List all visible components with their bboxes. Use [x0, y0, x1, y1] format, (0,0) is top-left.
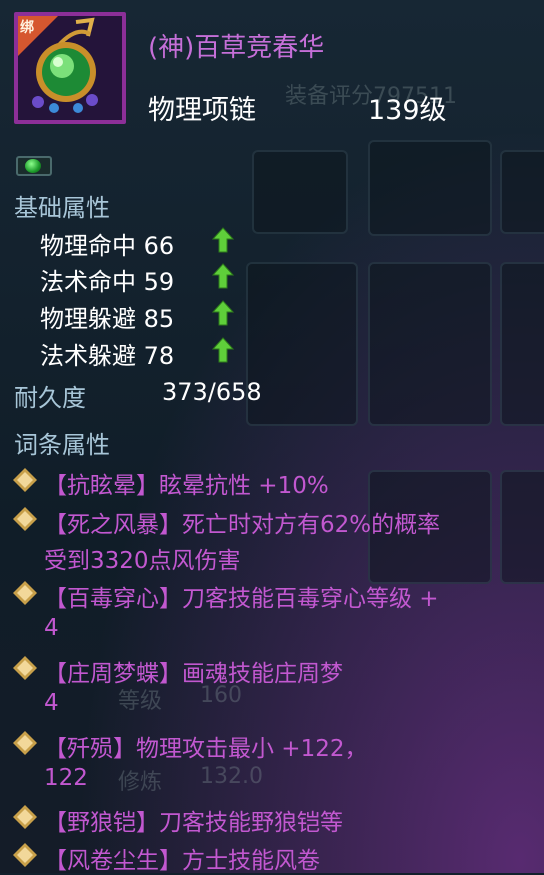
diamond-bullet-icon [13, 843, 37, 867]
affix-line-continued: 4 [44, 690, 59, 716]
inventory-slot [500, 150, 544, 234]
diamond-bullet-icon [13, 468, 37, 492]
affix-heading: 词条属性 [14, 431, 110, 459]
inventory-slot [252, 150, 348, 234]
up-arrow-icon [212, 337, 234, 363]
gem-slot[interactable] [16, 156, 52, 176]
affix-line: 【死之风暴】死亡时对方有62%的概率 [44, 512, 441, 538]
diamond-bullet-icon [13, 731, 37, 755]
affix-line: 【抗眩晕】眩晕抗性 +10% [44, 473, 329, 499]
item-level: 139级 [368, 95, 447, 126]
inventory-slot [246, 262, 358, 426]
diamond-bullet-icon [13, 656, 37, 680]
affix-line: 【歼殒】物理攻击最小 +122， [44, 736, 368, 762]
up-arrow-icon [212, 300, 234, 326]
attr-magic-dodge: 法术躲避 78 [40, 342, 175, 370]
item-icon[interactable]: 绑 [14, 12, 126, 124]
item-name: (神)百草竞春华 [148, 33, 325, 63]
affix-line-continued: 4 [44, 615, 59, 641]
inventory-slot [500, 262, 544, 426]
up-arrow-icon [212, 263, 234, 289]
inventory-slot [500, 470, 544, 584]
durability-label: 耐久度 [14, 384, 86, 412]
up-arrow-icon [212, 227, 234, 253]
diamond-bullet-icon [13, 581, 37, 605]
bind-label: 绑 [20, 20, 34, 36]
cultivate-label: 修炼 [118, 770, 163, 795]
item-type: 物理项链 [148, 95, 256, 126]
cultivate-value: 132.0 [200, 764, 263, 789]
affix-line: 【风卷尘生】方士技能风卷 [44, 848, 320, 874]
attr-physical-dodge: 物理躲避 85 [40, 305, 175, 333]
affix-line: 【庄周梦蝶】画魂技能庄周梦 [44, 661, 343, 687]
affix-line-continued: 受到3320点风伤害 [44, 548, 241, 574]
inventory-slot [368, 140, 492, 236]
durability-value: 373/658 [162, 378, 262, 406]
inventory-slot [368, 262, 492, 426]
attr-physical-hit: 物理命中 66 [40, 232, 175, 260]
base-attributes-heading: 基础属性 [14, 194, 110, 222]
attr-magic-hit: 法术命中 59 [40, 268, 175, 296]
diamond-bullet-icon [13, 805, 37, 829]
affix-line: 【百毒穿心】刀客技能百毒穿心等级 + [44, 586, 439, 612]
affix-line: 【野狼铠】刀客技能野狼铠等 [44, 810, 343, 836]
affix-line-continued: 122 [44, 765, 88, 791]
diamond-bullet-icon [13, 507, 37, 531]
